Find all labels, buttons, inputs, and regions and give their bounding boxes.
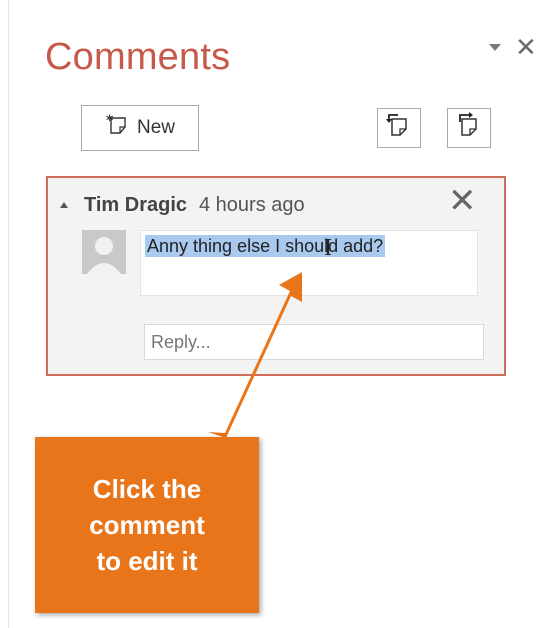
instruction-callout: Click the comment to edit it [35, 437, 259, 613]
